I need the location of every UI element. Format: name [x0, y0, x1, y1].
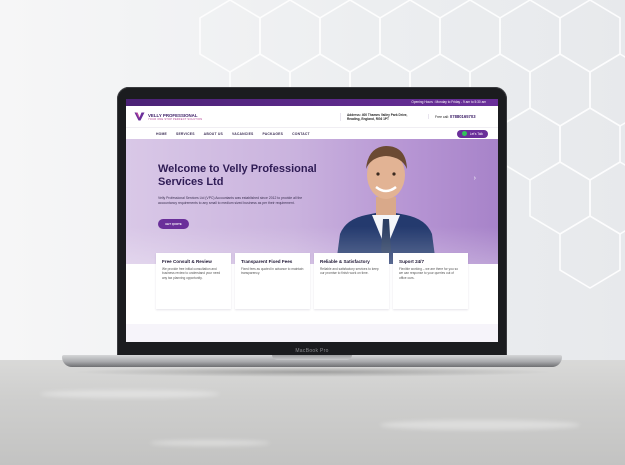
page-bottom-strip — [126, 324, 498, 342]
hero-banner: Welcome to Velly Professional Services L… — [126, 139, 498, 264]
header-call[interactable]: Free call: 07880165703 — [428, 114, 476, 119]
whatsapp-icon — [461, 131, 467, 136]
card-title: Transparent Fixed Fees — [241, 259, 293, 264]
site-header: VELLY PROFESSIONAL YOUR ONE STOP PERFECT… — [126, 106, 498, 128]
card-title: Suport 24/7 — [399, 259, 425, 264]
feature-cards: Free Consult & Review We provide free in… — [156, 253, 468, 309]
hero-title: Welcome to Velly Professional Services L… — [158, 163, 317, 188]
topbar-opening-hours: Opening Hours : Monday to Friday - 9 am … — [126, 99, 498, 106]
marble-vein — [40, 390, 220, 398]
feature-card-consult[interactable]: Free Consult & Review We provide free in… — [156, 253, 231, 309]
logo-title: VELLY PROFESSIONAL — [148, 112, 198, 118]
logo-tagline: YOUR ONE STOP PERFECT SOLUTION — [148, 117, 203, 121]
nav-item-packages[interactable]: PACKAGES — [263, 132, 284, 136]
slider-next-arrow-icon[interactable]: › — [474, 175, 476, 182]
call-number[interactable]: 07880165703 — [450, 114, 476, 119]
marble-vein — [380, 420, 580, 430]
call-label: Free call: — [435, 115, 449, 119]
lets-talk-label: Let's Talk — [469, 131, 483, 136]
get-quote-button[interactable]: GET QUOTE — [158, 219, 189, 229]
site-logo[interactable]: VELLY PROFESSIONAL YOUR ONE STOP PERFECT… — [134, 112, 244, 121]
marble-vein — [150, 440, 270, 446]
nav-item-services[interactable]: SERVICES — [176, 132, 195, 136]
nav-item-about-us[interactable]: ABOUT US — [204, 132, 223, 136]
feature-card-reliable[interactable]: Reliable & Satisfactory Reliable and sat… — [314, 253, 389, 309]
feature-card-support[interactable]: Suport 24/7 Flexible working – we are th… — [393, 253, 468, 309]
laptop-shadow — [70, 367, 555, 377]
header-address: Address: 400 Thames Valley Park Drive, R… — [340, 112, 420, 121]
nav-item-vacancies[interactable]: VACANCIES — [232, 132, 254, 136]
nav-item-home[interactable]: HOME — [156, 132, 167, 136]
card-title: Free Consult & Review — [162, 259, 212, 264]
hero-description: Velly Professional Services Ltd (VPC) Ac… — [158, 196, 303, 205]
nav-item-contact[interactable]: CONTACT — [292, 132, 310, 136]
card-text: Flexible working – we are there for you … — [399, 267, 458, 280]
laptop-brand-label: MacBook Pro — [295, 348, 329, 354]
logo-v-icon — [134, 112, 145, 121]
laptop-notch — [272, 355, 352, 360]
card-text: Fixed fees as quoted in advance to maint… — [241, 267, 304, 276]
card-text: Reliable and satisfactory services to ke… — [320, 267, 379, 276]
card-text: We provide free initial consultation and… — [162, 267, 221, 280]
feature-card-fees[interactable]: Transparent Fixed Fees Fixed fees as quo… — [235, 253, 310, 309]
laptop-screen: Opening Hours : Monday to Friday - 9 am … — [126, 99, 498, 342]
lets-talk-button[interactable]: Let's Talk — [456, 129, 488, 138]
main-nav: HOME SERVICES ABOUT US VACANCIES PACKAGE… — [126, 128, 498, 139]
card-title: Reliable & Satisfactory — [320, 259, 370, 264]
